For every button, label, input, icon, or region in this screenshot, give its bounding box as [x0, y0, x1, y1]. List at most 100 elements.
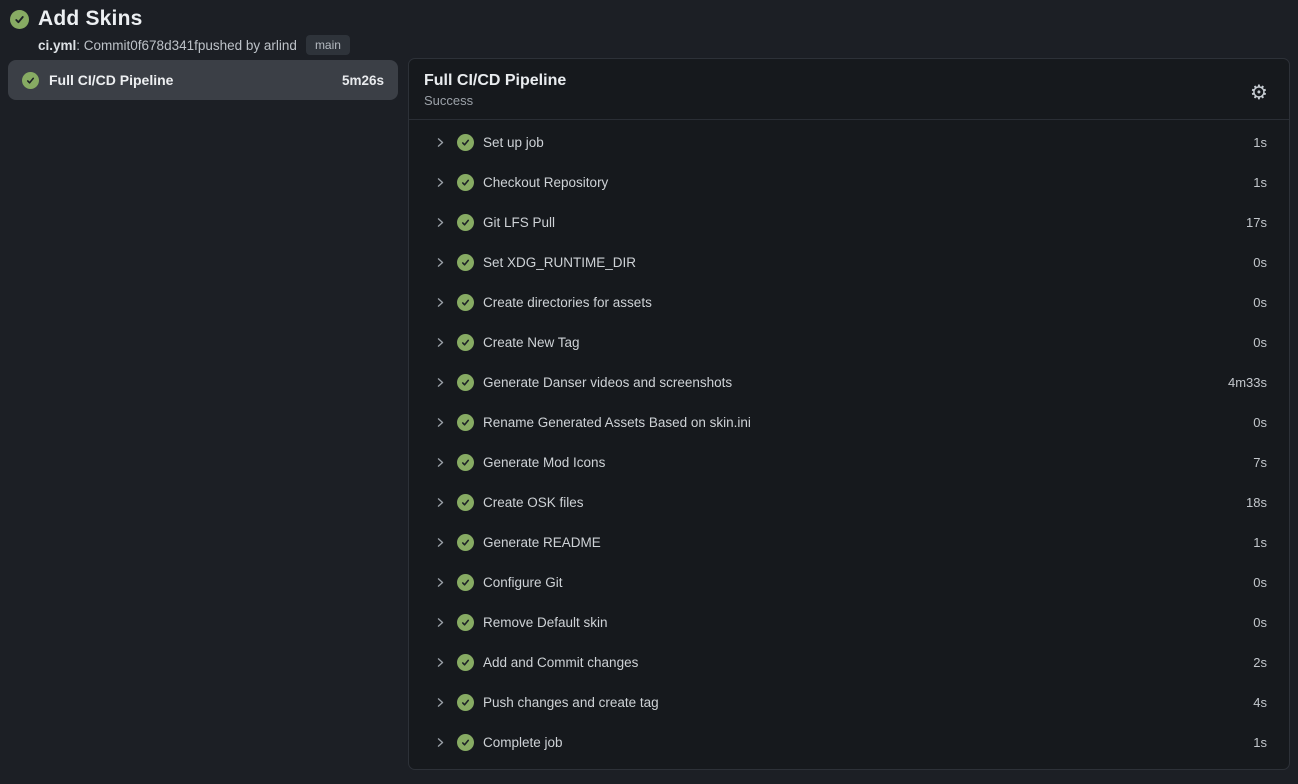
step-row[interactable]: Generate README 1s — [409, 522, 1289, 562]
step-name: Generate README — [483, 535, 601, 550]
step-duration: 18s — [1246, 495, 1267, 510]
step-name: Generate Danser videos and screenshots — [483, 375, 732, 390]
chevron-right-icon — [434, 536, 447, 549]
gear-icon[interactable]: ⚙ — [1246, 79, 1272, 105]
step-duration: 0s — [1253, 255, 1267, 270]
step-name: Remove Default skin — [483, 615, 608, 630]
step-duration: 1s — [1253, 535, 1267, 550]
step-duration: 2s — [1253, 655, 1267, 670]
step-row[interactable]: Checkout Repository 1s — [409, 162, 1289, 202]
step-name: Set XDG_RUNTIME_DIR — [483, 255, 636, 270]
step-success-check-icon — [457, 614, 474, 631]
chevron-right-icon — [434, 216, 447, 229]
step-success-check-icon — [457, 454, 474, 471]
chevron-right-icon — [434, 576, 447, 589]
step-success-check-icon — [457, 334, 474, 351]
run-subtitle: ci.yml: Commit 0f678d341f pushed by arli… — [38, 35, 350, 55]
chevron-right-icon — [434, 136, 447, 149]
run-success-check-icon — [10, 10, 29, 29]
step-name: Create New Tag — [483, 335, 580, 350]
step-row[interactable]: Set up job 1s — [409, 122, 1289, 162]
chevron-right-icon — [434, 176, 447, 189]
job-name: Full CI/CD Pipeline — [49, 72, 173, 88]
step-duration: 1s — [1253, 175, 1267, 190]
step-row[interactable]: Create OSK files 18s — [409, 482, 1289, 522]
chevron-right-icon — [434, 696, 447, 709]
step-duration: 4s — [1253, 695, 1267, 710]
step-name: Git LFS Pull — [483, 215, 555, 230]
step-duration: 7s — [1253, 455, 1267, 470]
chevron-right-icon — [434, 456, 447, 469]
step-name: Set up job — [483, 135, 544, 150]
step-duration: 0s — [1253, 575, 1267, 590]
step-duration: 0s — [1253, 615, 1267, 630]
chevron-right-icon — [434, 256, 447, 269]
step-duration: 1s — [1253, 135, 1267, 150]
step-duration: 4m33s — [1228, 375, 1267, 390]
step-duration: 0s — [1253, 415, 1267, 430]
step-duration: 0s — [1253, 295, 1267, 310]
step-row[interactable]: Generate Danser videos and screenshots 4… — [409, 362, 1289, 402]
chevron-right-icon — [434, 336, 447, 349]
step-name: Configure Git — [483, 575, 563, 590]
step-success-check-icon — [457, 214, 474, 231]
chevron-right-icon — [434, 736, 447, 749]
chevron-right-icon — [434, 296, 447, 309]
workflow-file-name: ci.yml — [38, 38, 76, 53]
step-success-check-icon — [457, 414, 474, 431]
job-detail-header: Full CI/CD Pipeline Success ⚙ — [409, 59, 1289, 120]
commit-suffix-text: pushed by arlind — [198, 38, 297, 53]
step-row[interactable]: Remove Default skin 0s — [409, 602, 1289, 642]
step-row[interactable]: Create New Tag 0s — [409, 322, 1289, 362]
step-name: Create directories for assets — [483, 295, 652, 310]
step-duration: 1s — [1253, 735, 1267, 750]
step-duration: 0s — [1253, 335, 1267, 350]
commit-prefix-text: : Commit — [76, 38, 130, 53]
step-row[interactable]: Rename Generated Assets Based on skin.in… — [409, 402, 1289, 442]
step-row[interactable]: Configure Git 0s — [409, 562, 1289, 602]
job-duration: 5m26s — [342, 73, 384, 88]
step-success-check-icon — [457, 174, 474, 191]
job-success-check-icon — [22, 72, 39, 89]
step-success-check-icon — [457, 534, 474, 551]
run-header: Add Skins ci.yml: Commit 0f678d341f push… — [10, 7, 350, 55]
step-success-check-icon — [457, 134, 474, 151]
step-success-check-icon — [457, 294, 474, 311]
workflow-run-page: Add Skins ci.yml: Commit 0f678d341f push… — [0, 0, 1298, 784]
step-name: Checkout Repository — [483, 175, 608, 190]
step-success-check-icon — [457, 694, 474, 711]
chevron-right-icon — [434, 376, 447, 389]
step-name: Generate Mod Icons — [483, 455, 605, 470]
chevron-right-icon — [434, 416, 447, 429]
chevron-right-icon — [434, 656, 447, 669]
step-success-check-icon — [457, 374, 474, 391]
step-list: Set up job 1s Checkout Repository 1s Git… — [409, 120, 1289, 769]
step-row[interactable]: Set XDG_RUNTIME_DIR 0s — [409, 242, 1289, 282]
step-row[interactable]: Create directories for assets 0s — [409, 282, 1289, 322]
step-name: Create OSK files — [483, 495, 584, 510]
step-success-check-icon — [457, 494, 474, 511]
chevron-right-icon — [434, 496, 447, 509]
branch-badge[interactable]: main — [306, 35, 350, 55]
step-name: Add and Commit changes — [483, 655, 638, 670]
step-success-check-icon — [457, 254, 474, 271]
step-name: Push changes and create tag — [483, 695, 659, 710]
step-row[interactable]: Generate Mod Icons 7s — [409, 442, 1289, 482]
step-success-check-icon — [457, 734, 474, 751]
run-title: Add Skins — [38, 7, 142, 31]
step-duration: 17s — [1246, 215, 1267, 230]
job-status-text: Success — [424, 93, 1273, 108]
job-detail-title: Full CI/CD Pipeline — [424, 72, 1273, 90]
step-success-check-icon — [457, 574, 474, 591]
step-success-check-icon — [457, 654, 474, 671]
step-name: Rename Generated Assets Based on skin.in… — [483, 415, 751, 430]
sidebar-job-item[interactable]: Full CI/CD Pipeline 5m26s — [8, 60, 398, 100]
step-row[interactable]: Git LFS Pull 17s — [409, 202, 1289, 242]
step-row[interactable]: Push changes and create tag 4s — [409, 682, 1289, 722]
step-row[interactable]: Complete job 1s — [409, 722, 1289, 762]
step-row[interactable]: Add and Commit changes 2s — [409, 642, 1289, 682]
job-detail-panel: Full CI/CD Pipeline Success ⚙ Set up job… — [408, 58, 1290, 770]
commit-hash-link[interactable]: 0f678d341f — [130, 38, 198, 53]
chevron-right-icon — [434, 616, 447, 629]
step-name: Complete job — [483, 735, 563, 750]
